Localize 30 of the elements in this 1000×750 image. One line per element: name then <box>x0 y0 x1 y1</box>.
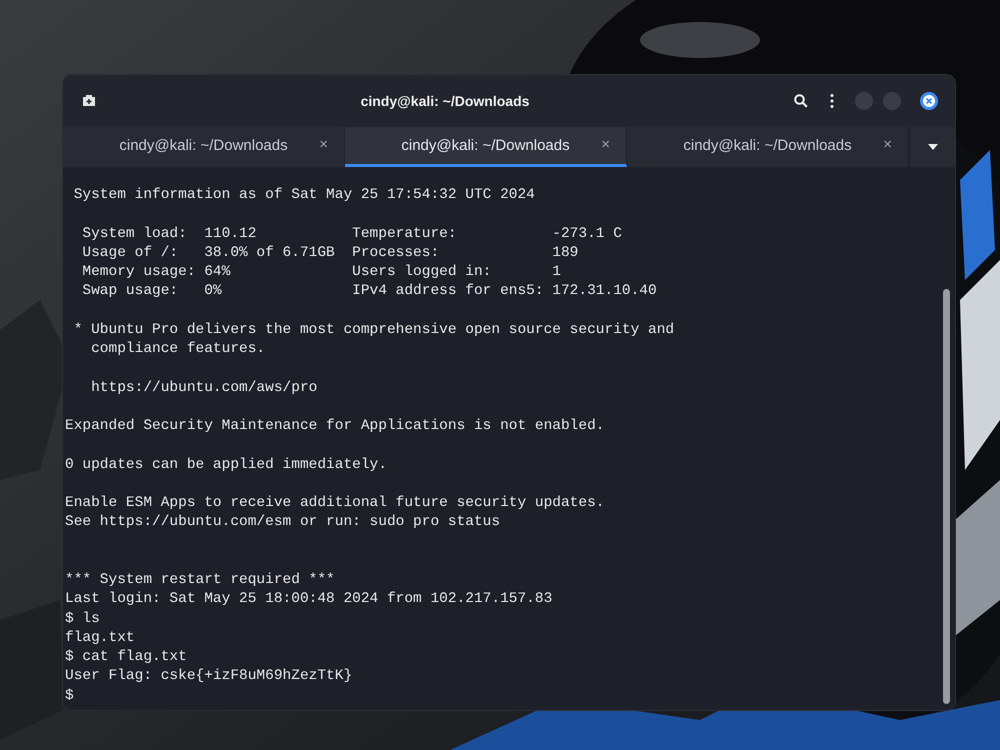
terminal-line: Usage of /: 38.0% of 6.71GB Processes: 189 <box>81 244 578 263</box>
terminal-line: Memory usage: 64% Users logged in: 1 <box>81 263 561 282</box>
terminal-line: Enable ESM Apps to receive additional future security updates. <box>65 494 604 513</box>
terminal-line: https://ubuntu.com/aws/pro <box>90 378 318 398</box>
terminal-line: $ cat flag.txt <box>65 648 187 667</box>
terminal-line: $ ls <box>65 610 100 628</box>
terminal-line: 0 updates can be applied immediately. <box>65 456 387 474</box>
terminal-line: User Flag: cske{+izF8uM69hZezTtK} <box>65 667 352 686</box>
new-tab-icon[interactable] <box>81 93 97 109</box>
tab[interactable]: cindy@kali: ~/Downloads × <box>345 127 627 167</box>
terminal-line: System information as of Sat May 25 17:54:32 UTC 2024 <box>72 186 535 205</box>
terminal-line: System load: 110.12 Temperature: -273.1 C <box>81 224 622 244</box>
terminal-line: Expanded Security Maintenance for Applications is not enabled. <box>65 417 604 436</box>
caret-icon <box>928 144 938 150</box>
terminal-line: Swap usage: 0% IPv4 address for ens5: 172.31.10.40 <box>81 282 657 302</box>
terminal-line: flag.txt <box>65 628 135 648</box>
terminal-line: Last login: Sat May 25 18:00:48 2024 from 102.217.157.83 <box>65 590 552 610</box>
terminal-line: compliance features. <box>90 340 266 359</box>
tab-close-button[interactable]: × <box>599 136 612 153</box>
tab-close-button[interactable]: × <box>317 136 330 153</box>
terminal-line: * Ubuntu Pro delivers the most comprehensive open source security and <box>72 320 674 340</box>
menu-icon[interactable] <box>829 93 835 109</box>
scrollbar-thumb[interactable] <box>943 289 950 704</box>
tab-close-button[interactable]: × <box>881 136 894 153</box>
window-title: cindy@kali: ~/Downloads <box>360 93 530 109</box>
terminal-line: *** System restart required *** <box>65 571 335 590</box>
close-icon[interactable] <box>919 91 939 111</box>
terminal-line: $ <box>65 686 74 706</box>
terminal-line: See https://ubuntu.com/esm or run: sudo pro status <box>65 513 500 532</box>
search-icon[interactable] <box>793 93 809 109</box>
